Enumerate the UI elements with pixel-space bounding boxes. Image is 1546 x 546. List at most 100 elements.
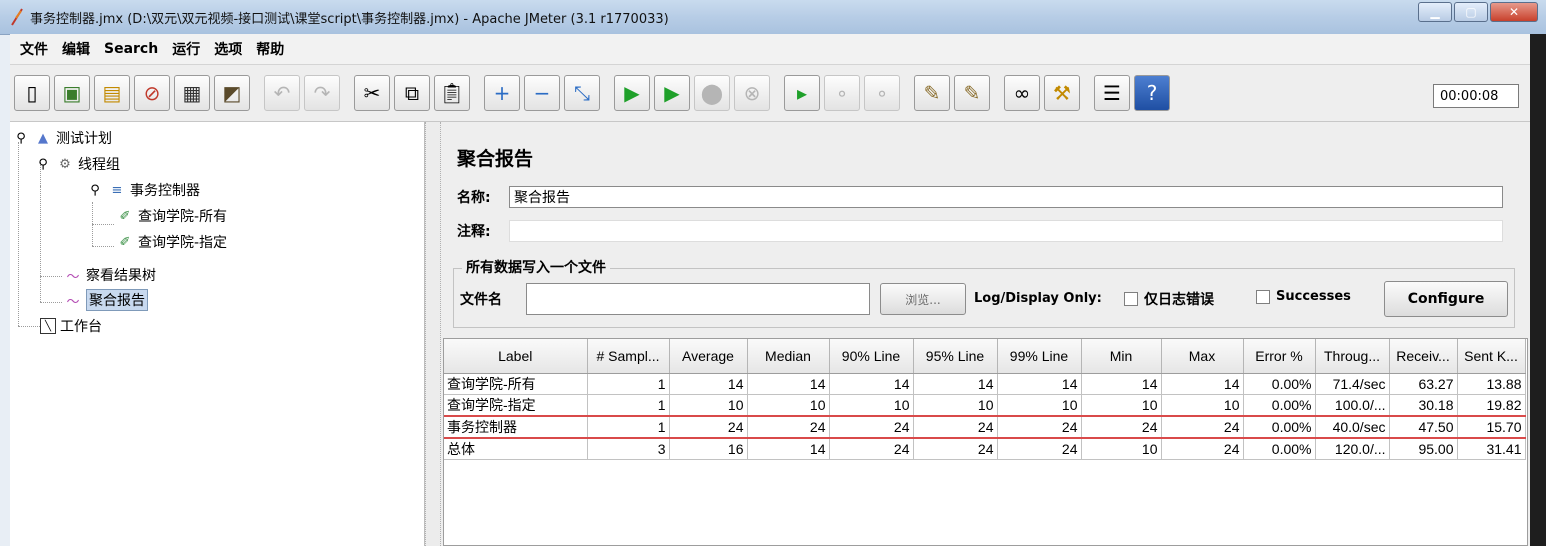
tree-item-view-results-tree[interactable]: 〜 察看结果树	[64, 265, 156, 285]
maximize-button[interactable]: ▢	[1454, 2, 1488, 22]
successes-label: Successes	[1276, 289, 1351, 304]
tree-item-sampler-specific[interactable]: ✐ 查询学院-指定	[116, 232, 228, 252]
redo-icon[interactable]: ↷	[304, 75, 340, 111]
checkbox-box[interactable]	[1256, 289, 1270, 304]
remote-shutdown-icon[interactable]: ∘	[864, 75, 900, 111]
column-header[interactable]: Error %	[1243, 339, 1316, 374]
column-header[interactable]: Receiv...	[1389, 339, 1458, 374]
cut-icon[interactable]: ✂	[354, 75, 390, 111]
menu-search[interactable]: Search	[104, 41, 158, 57]
table-cell: 总体	[444, 438, 588, 460]
reset-search-broom-icon[interactable]: ⚒	[1044, 75, 1080, 111]
tree-item-label: 聚合报告	[86, 289, 148, 311]
start-icon[interactable]: ▶	[614, 75, 650, 111]
menu-run[interactable]: 运行	[172, 39, 200, 59]
new-icon[interactable]: ▯	[14, 75, 50, 111]
configure-button[interactable]: Configure	[1384, 281, 1508, 317]
column-header[interactable]: Max	[1161, 339, 1244, 374]
successes-checkbox[interactable]: Successes	[1256, 289, 1351, 304]
table-row[interactable]: 查询学院-所有 1 14 14 14 14 14 14 14 0.00% 71.4/sec 63.27…	[444, 373, 1526, 395]
remote-stop-icon[interactable]: ∘	[824, 75, 860, 111]
close-button[interactable]: ✕	[1490, 2, 1538, 22]
column-header[interactable]: Average	[669, 339, 748, 374]
table-row[interactable]: 查询学院-指定 1 10 10 10 10 10 10 10 0.00% 100.0/... 30.1…	[444, 394, 1526, 417]
stop-icon[interactable]: ⬤	[694, 75, 730, 111]
save-as-icon[interactable]: ◩	[214, 75, 250, 111]
table-cell: 10	[669, 394, 748, 417]
table-cell: 24	[1161, 438, 1244, 460]
column-header[interactable]: Label	[444, 339, 588, 374]
tree-item-test-plan[interactable]: ⚲ ▲ 测试计划	[12, 128, 112, 148]
pipette-icon: ✐	[119, 234, 131, 250]
clear-all-icon[interactable]: ✎	[954, 75, 990, 111]
remote-start-icon[interactable]: ▸	[784, 75, 820, 111]
table-cell: 1	[587, 415, 670, 439]
templates-icon[interactable]: ▣	[54, 75, 90, 111]
table-row[interactable]: 事务控制器 1 24 24 24 24 24 24 24 0.00% 40.0/sec 47.50 15…	[444, 415, 1526, 439]
menu-help[interactable]: 帮助	[256, 39, 284, 59]
table-cell: 14	[1081, 373, 1162, 395]
tree-item-thread-group[interactable]: ⚲ ⚙ 线程组	[34, 154, 120, 174]
table-cell: 10	[1161, 394, 1244, 417]
table-cell: 10	[829, 394, 914, 417]
table-cell: 47.50	[1389, 415, 1458, 439]
menu-options[interactable]: 选项	[214, 39, 242, 59]
table-cell: 13.88	[1457, 373, 1526, 395]
menu-edit[interactable]: 编辑	[62, 39, 90, 59]
collapse-handle-icon[interactable]: ⚲	[86, 181, 104, 199]
table-row[interactable]: 总体 3 16 14 24 24 24 10 24 0.00% 120.0/... 95.00 31.4…	[444, 438, 1526, 460]
function-helper-icon[interactable]: ☰	[1094, 75, 1130, 111]
table-cell: 100.0/...	[1315, 394, 1390, 417]
paste-icon[interactable]: 📋︎	[434, 75, 470, 111]
collapse-handle-icon[interactable]: ⚲	[34, 155, 52, 173]
title-bar: 事务控制器.jmx (D:\双元\双元视频-接口测试\课堂script\事务控制…	[0, 0, 1546, 35]
pane-splitter[interactable]	[425, 122, 441, 546]
column-header[interactable]: 95% Line	[913, 339, 998, 374]
table-cell: 事务控制器	[444, 415, 588, 439]
column-header[interactable]: Throug...	[1315, 339, 1390, 374]
start-no-pause-icon[interactable]: ▶	[654, 75, 690, 111]
table-cell: 24	[829, 438, 914, 460]
search-binoculars-icon[interactable]: ∞	[1004, 75, 1040, 111]
close-file-icon[interactable]: ⊘	[134, 75, 170, 111]
column-header[interactable]: 90% Line	[829, 339, 914, 374]
comment-label: 注释:	[457, 224, 491, 240]
results-table: Label # Sampl... Average Median 90% Line…	[444, 339, 1526, 460]
copy-icon[interactable]: ⧉	[394, 75, 430, 111]
tree-item-aggregate-report[interactable]: 〜 聚合报告	[64, 289, 148, 311]
minimize-button[interactable]: ▁	[1418, 2, 1452, 22]
table-cell: 10	[913, 394, 998, 417]
tree-item-workbench[interactable]: ╲ 工作台	[40, 316, 102, 336]
aggregate-table: Label # Sampl... Average Median 90% Line…	[443, 338, 1528, 546]
comment-field[interactable]	[509, 220, 1503, 242]
table-cell: 14	[997, 373, 1082, 395]
menu-file[interactable]: 文件	[20, 39, 48, 59]
shutdown-icon[interactable]: ⊗	[734, 75, 770, 111]
checkbox-box[interactable]	[1124, 292, 1138, 306]
column-header[interactable]: Sent K...	[1457, 339, 1526, 374]
expand-all-icon[interactable]: +	[484, 75, 520, 111]
tree-item-transaction-controller[interactable]: ⚲ ≡ 事务控制器	[86, 180, 200, 200]
help-icon[interactable]: ?	[1134, 75, 1170, 111]
filename-field[interactable]	[526, 283, 870, 315]
column-header[interactable]: 99% Line	[997, 339, 1082, 374]
clear-icon[interactable]: ✎	[914, 75, 950, 111]
name-field[interactable]: 聚合报告	[509, 186, 1503, 208]
tree-item-sampler-all[interactable]: ✐ 查询学院-所有	[116, 206, 228, 226]
column-header[interactable]: Min	[1081, 339, 1162, 374]
browse-button[interactable]: 浏览...	[880, 283, 966, 315]
collapse-all-icon[interactable]: −	[524, 75, 560, 111]
errors-only-checkbox[interactable]: 仅日志错误	[1124, 289, 1214, 309]
filename-label: 文件名	[460, 292, 502, 308]
name-row: 名称: 聚合报告	[457, 186, 1503, 208]
column-header[interactable]: Median	[747, 339, 830, 374]
column-header[interactable]: # Sampl...	[587, 339, 670, 374]
open-icon[interactable]: ▤	[94, 75, 130, 111]
save-icon[interactable]: ▦	[174, 75, 210, 111]
jmeter-window: 事务控制器.jmx (D:\双元\双元视频-接口测试\课堂script\事务控制…	[0, 0, 1546, 546]
collapse-handle-icon[interactable]: ⚲	[12, 129, 30, 147]
table-cell: 查询学院-指定	[444, 394, 588, 417]
toggle-icon[interactable]: ⤡	[564, 75, 600, 111]
table-cell: 3	[587, 438, 670, 460]
undo-icon[interactable]: ↶	[264, 75, 300, 111]
